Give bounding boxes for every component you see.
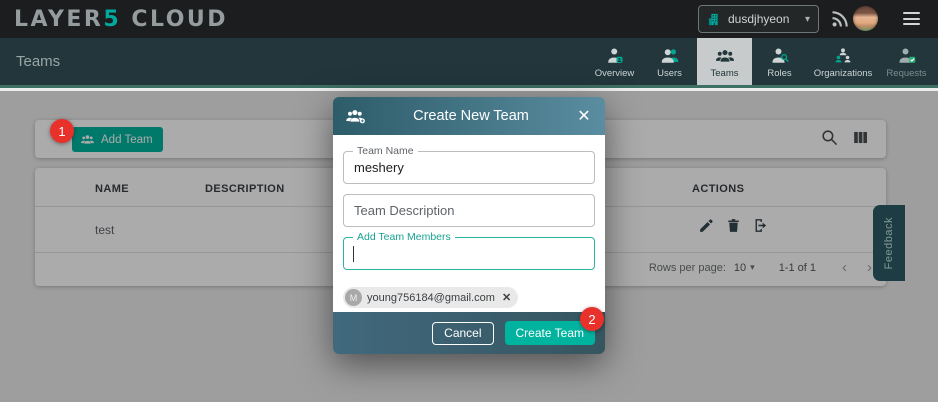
logo-text-cloud: CLOUD [121,7,228,32]
person-search-icon [770,47,790,65]
modal-header: Create New Team ✕ [333,97,605,135]
team-name-label: Team Name [353,145,418,158]
chevron-down-icon: ▾ [805,14,810,25]
menu-icon[interactable] [903,12,920,25]
user-dropdown-label: dusdjhyeon [728,12,805,26]
nav-tab-overview[interactable]: Overview [587,38,642,85]
nav-tab-organizations[interactable]: Organizations [807,38,879,85]
layer5-cloud-logo[interactable]: LAYER5 CLOUD [14,7,228,32]
create-team-modal: Create New Team ✕ Team Name Add Team Mem… [333,97,605,354]
nav-tab-teams[interactable]: Teams [697,38,752,85]
user-avatar[interactable] [853,6,878,31]
nav-tab-label: Teams [711,68,739,79]
add-team-members-field[interactable]: Add Team Members [343,237,595,270]
member-email-chip: M young756184@gmail.com ✕ [343,287,518,308]
chip-avatar: M [345,289,362,306]
nav-tab-roles[interactable]: Roles [752,38,807,85]
building-icon [707,12,722,27]
top-app-bar: LAYER5 CLOUD dusdjhyeon ▾ [0,0,938,38]
team-description-field [343,194,595,227]
close-icon[interactable]: ✕ [575,106,593,126]
cancel-button[interactable]: Cancel [432,322,493,345]
nav-tab-label: Organizations [814,68,873,79]
annotation-step-1-badge: 1 [50,119,74,143]
page-nav-bar: Teams Overview Users [0,38,938,88]
person-check-icon [897,47,917,65]
chip-email-text: young756184@gmail.com [367,292,495,304]
nav-tab-label: Users [657,68,682,79]
users-icon [660,47,680,65]
modal-body: Team Name Add Team Members M young756184… [333,135,605,312]
modal-title: Create New Team [367,108,575,124]
team-description-input[interactable] [344,195,594,226]
teams-group-icon [715,47,735,65]
user-org-dropdown[interactable]: dusdjhyeon ▾ [698,5,819,33]
nav-tab-label: Requests [886,68,926,79]
org-hierarchy-icon [833,47,853,65]
nav-tab-requests[interactable]: Requests [879,38,934,85]
modal-footer: Cancel Create Team [333,312,605,354]
annotation-step-2-badge: 2 [580,307,604,331]
logo-text: LAYER [14,7,103,32]
logo-accent-5: 5 [103,7,121,32]
chip-remove-icon[interactable]: ✕ [502,291,511,304]
nav-tab-users[interactable]: Users [642,38,697,85]
nav-tabs: Overview Users Teams [587,38,934,85]
team-name-field: Team Name [343,151,595,184]
group-add-icon [345,107,367,125]
page-title: Teams [16,53,60,70]
broadcast-icon[interactable] [830,9,850,29]
person-badge-icon [605,47,625,65]
add-team-members-label: Add Team Members [353,231,455,244]
text-cursor [353,246,354,262]
nav-tab-label: Overview [595,68,635,79]
nav-tab-label: Roles [767,68,791,79]
